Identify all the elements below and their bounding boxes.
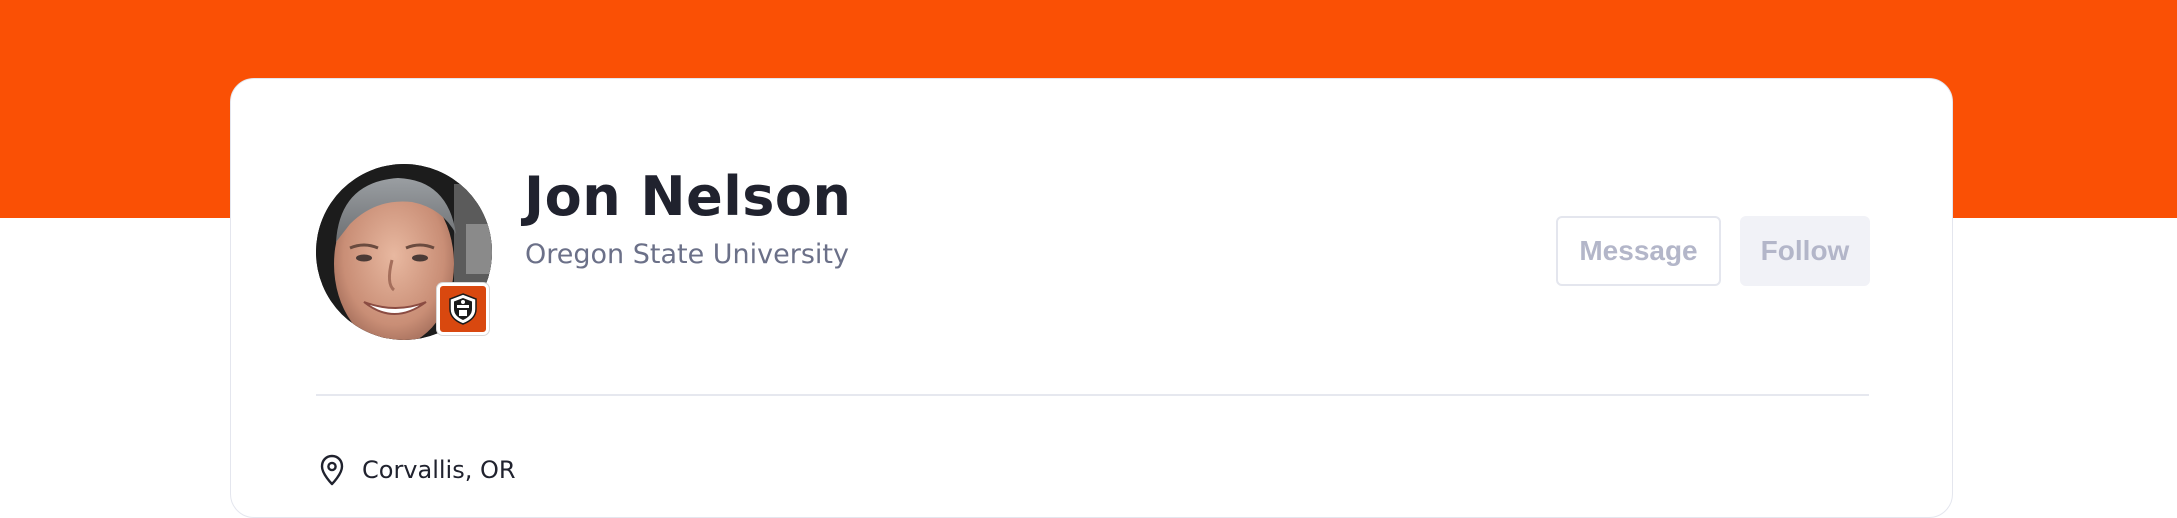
- school-logo-icon: [437, 283, 489, 335]
- avatar-container[interactable]: [316, 164, 492, 340]
- message-button[interactable]: Message: [1556, 216, 1721, 286]
- profile-school[interactable]: Oregon State University: [525, 237, 849, 273]
- profile-location: Corvallis, OR: [319, 452, 516, 488]
- profile-card: Jon Nelson Oregon State University Messa…: [230, 78, 1953, 518]
- follow-button[interactable]: Follow: [1740, 216, 1870, 286]
- profile-name: Jon Nelson: [524, 165, 852, 228]
- map-pin-icon: [320, 454, 344, 486]
- section-divider: [316, 394, 1869, 396]
- location-text: Corvallis, OR: [362, 456, 516, 484]
